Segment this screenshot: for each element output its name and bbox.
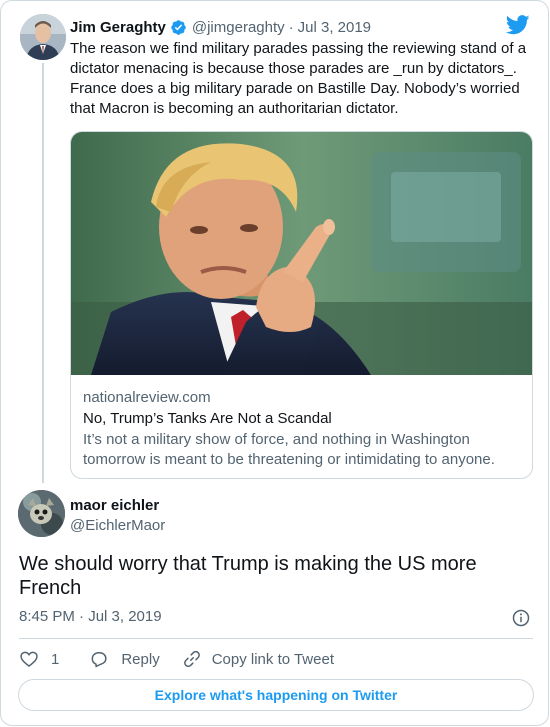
separator-dot: · — [288, 18, 294, 36]
copy-link-label: Copy link to Tweet — [211, 650, 334, 668]
link-preview-image — [71, 132, 532, 375]
main-tweet-text: We should worry that Trump is making the… — [19, 552, 519, 600]
link-preview-card[interactable]: nationalreview.com No, Trump’s Tanks Are… — [70, 131, 533, 479]
parent-tweet-line: France does a big military parade on Bas… — [70, 80, 520, 97]
reply-label: Reply — [121, 650, 160, 668]
explore-twitter-button[interactable]: Explore what's happening on Twitter — [18, 679, 534, 711]
thread-connector-line — [42, 63, 44, 483]
tweet-embed-card: Jim Geraghty @jimgeraghty · Jul 3, 2019 … — [0, 0, 549, 726]
main-tweet-line: French — [19, 577, 82, 599]
parent-tweet-line: dictator menacing is because those parad… — [70, 60, 517, 77]
parent-tweet-header: Jim Geraghty @jimgeraghty · Jul 3, 2019 — [70, 18, 371, 36]
parent-tweet-text: The reason we find military parades pass… — [70, 39, 530, 119]
main-author-avatar[interactable] — [18, 490, 65, 537]
main-author-name[interactable]: maor eichler — [70, 497, 159, 514]
tweet-actions: 1 Reply Copy link to Tweet — [19, 648, 334, 670]
link-description-line: It’s not a military show of force, and n… — [83, 431, 470, 448]
info-icon[interactable] — [511, 608, 531, 628]
verified-badge-icon — [171, 19, 186, 35]
link-preview-meta: nationalreview.com No, Trump’s Tanks Are… — [83, 388, 523, 470]
main-tweet-line: We should worry that Trump is making the… — [19, 553, 477, 575]
reply-button[interactable]: Reply — [89, 649, 160, 669]
link-domain: nationalreview.com — [83, 389, 211, 406]
copy-link-button[interactable]: Copy link to Tweet — [182, 649, 334, 669]
like-button[interactable]: 1 — [19, 649, 59, 669]
parent-author-handle[interactable]: @jimgeraghty — [192, 19, 285, 36]
divider — [19, 638, 533, 639]
link-description-line: tomorrow is meant to be threatening or i… — [83, 451, 495, 468]
like-count: 1 — [51, 650, 60, 668]
parent-author-name[interactable]: Jim Geraghty — [70, 19, 166, 36]
parent-tweet-line: The reason we find military parades pass… — [70, 40, 527, 57]
main-author-handle[interactable]: @EichlerMaor — [70, 517, 165, 534]
heart-icon — [20, 651, 38, 668]
reply-icon — [91, 652, 107, 668]
link-icon — [183, 650, 200, 668]
link-title[interactable]: No, Trump’s Tanks Are Not a Scandal — [83, 409, 523, 429]
parent-tweet-date[interactable]: Jul 3, 2019 — [298, 19, 371, 36]
parent-tweet-line: that Macron is becoming an authoritarian… — [70, 100, 399, 117]
twitter-bird-icon[interactable] — [506, 15, 530, 35]
parent-author-avatar[interactable] — [20, 14, 66, 60]
tweet-timestamp[interactable]: 8:45 PM · Jul 3, 2019 — [19, 608, 162, 625]
link-description: It’s not a military show of force, and n… — [83, 430, 523, 470]
